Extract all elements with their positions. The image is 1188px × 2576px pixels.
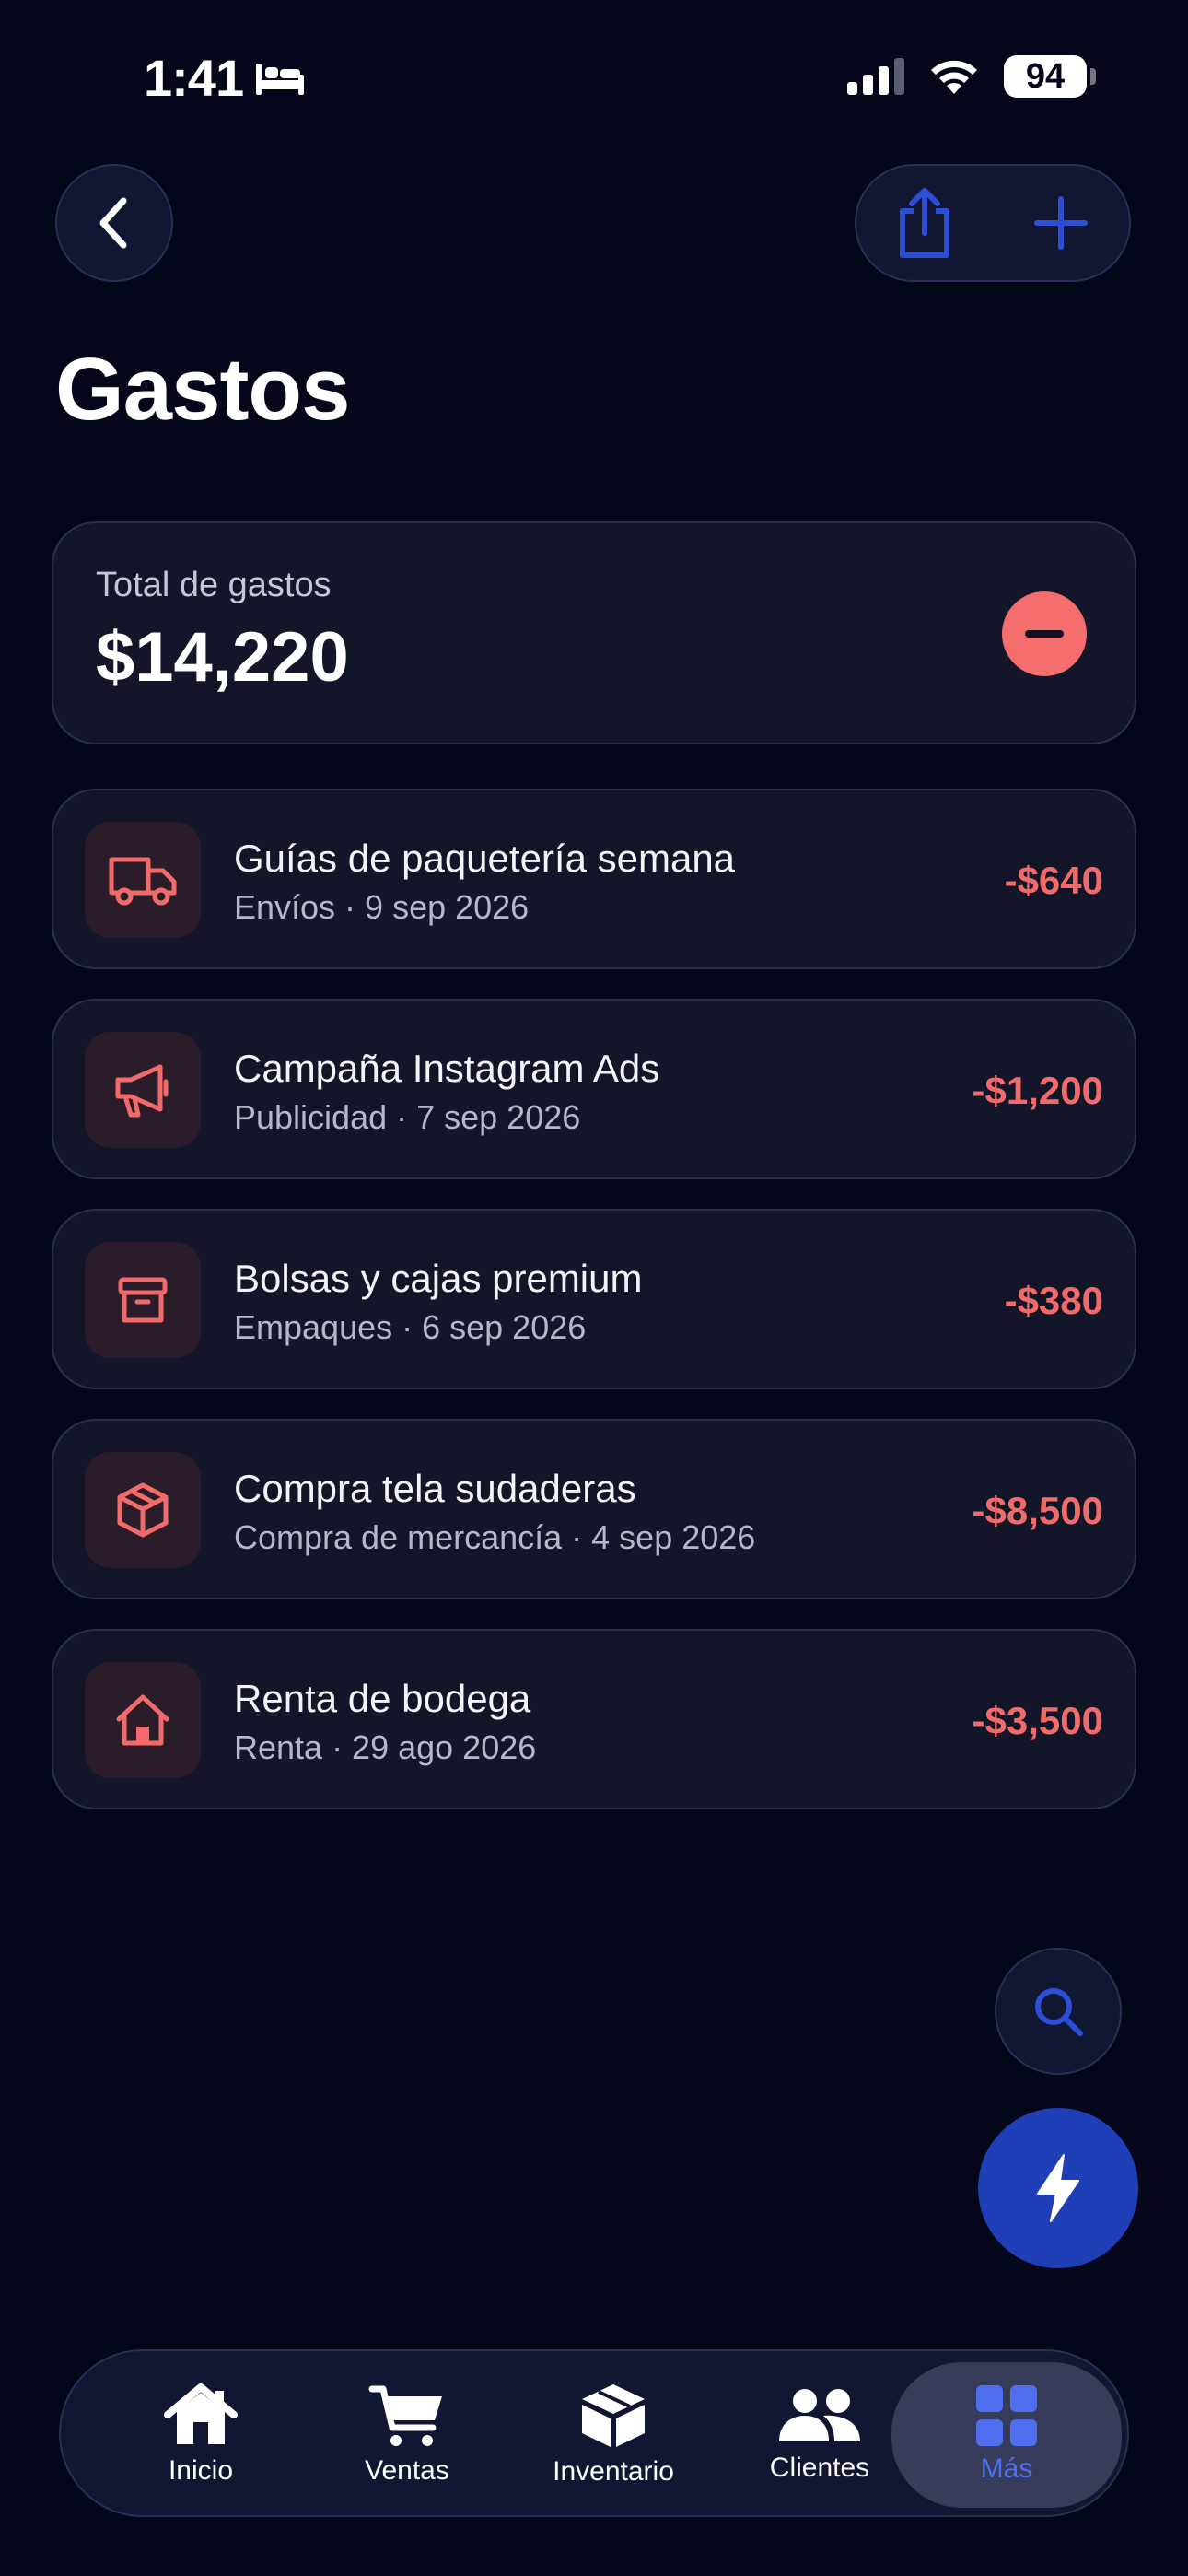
expense-amount: -$380: [1004, 1279, 1103, 1322]
expense-amount: -$8,500: [972, 1489, 1103, 1532]
expense-amount: -$640: [1004, 859, 1103, 902]
expense-amount: -$3,500: [972, 1699, 1103, 1742]
remove-expense-button[interactable]: [1002, 591, 1087, 676]
bed-icon: [256, 63, 305, 95]
page-title: Gastos: [55, 340, 350, 439]
tab-label: Más: [980, 2453, 1033, 2484]
tab-clientes[interactable]: Clientes: [718, 2351, 921, 2519]
expense-row[interactable]: Campaña Instagram Ads Publicidad · 7 sep…: [52, 999, 1136, 1179]
tab-mas[interactable]: Más: [891, 2362, 1122, 2508]
chevron-left-icon: [99, 197, 127, 249]
expense-subtitle: Envíos · 9 sep 2026: [234, 888, 530, 926]
signal-icon: [847, 58, 904, 95]
expense-title: Guías de paquetería semana: [234, 837, 736, 880]
expense-subtitle: Publicidad · 7 sep 2026: [234, 1098, 581, 1136]
expense-title: Renta de bodega: [234, 1677, 531, 1720]
home-icon: [164, 2383, 238, 2444]
quick-action-button[interactable]: [978, 2108, 1138, 2268]
share-button[interactable]: [869, 168, 980, 278]
tab-label: Clientes: [769, 2453, 870, 2483]
archive-box-icon: [85, 1242, 201, 1358]
tab-bar: Inicio Ventas Inventario Clientes Más: [59, 2349, 1129, 2517]
expense-row[interactable]: Guías de paquetería semana Envíos · 9 se…: [52, 789, 1136, 969]
search-button[interactable]: [995, 1948, 1122, 2075]
back-button[interactable]: [55, 164, 173, 282]
battery-indicator: 94: [1004, 55, 1096, 98]
expense-title: Bolsas y cajas premium: [234, 1257, 643, 1300]
tab-label: Inventario: [553, 2456, 674, 2487]
minus-icon: [1025, 630, 1064, 638]
total-card: Total de gastos $14,220: [52, 521, 1136, 744]
share-icon: [900, 188, 949, 258]
expense-row[interactable]: Bolsas y cajas premium Empaques · 6 sep …: [52, 1209, 1136, 1389]
status-indicators: 94: [847, 55, 1096, 98]
total-value: $14,220: [96, 618, 349, 697]
megaphone-icon: [85, 1032, 201, 1148]
expense-subtitle: Empaques · 6 sep 2026: [234, 1308, 587, 1346]
house-icon: [85, 1662, 201, 1778]
wifi-icon: [931, 60, 977, 94]
expense-row[interactable]: Renta de bodega Renta · 29 ago 2026 -$3,…: [52, 1629, 1136, 1809]
expense-amount: -$1,200: [972, 1069, 1103, 1112]
tab-label: Ventas: [365, 2455, 449, 2486]
status-time: 1:41: [144, 48, 306, 108]
top-actions: [855, 164, 1131, 282]
plus-icon: [1034, 196, 1088, 250]
lightning-icon: [1037, 2154, 1079, 2222]
expense-title: Campaña Instagram Ads: [234, 1047, 660, 1090]
total-label: Total de gastos: [96, 566, 332, 604]
tab-inicio[interactable]: Inicio: [99, 2351, 302, 2519]
people-icon: [779, 2389, 860, 2441]
tab-inventario[interactable]: Inventario: [512, 2351, 715, 2519]
expense-subtitle: Renta · 29 ago 2026: [234, 1728, 537, 1766]
cube-icon: [582, 2384, 645, 2447]
search-icon: [1035, 1988, 1083, 2036]
add-button[interactable]: [1006, 168, 1116, 278]
expense-row[interactable]: Compra tela sudaderas Compra de mercancí…: [52, 1419, 1136, 1599]
clock-text: 1:41: [144, 49, 244, 107]
truck-icon: [85, 822, 201, 938]
tab-ventas[interactable]: Ventas: [306, 2351, 508, 2519]
tab-label: Inicio: [168, 2455, 234, 2486]
package-icon: [85, 1452, 201, 1568]
expense-subtitle: Compra de mercancía · 4 sep 2026: [234, 1518, 756, 1556]
grid-icon: [976, 2385, 1037, 2446]
battery-level: 94: [1025, 56, 1066, 96]
expense-title: Compra tela sudaderas: [234, 1467, 636, 1510]
cart-icon: [368, 2385, 442, 2446]
